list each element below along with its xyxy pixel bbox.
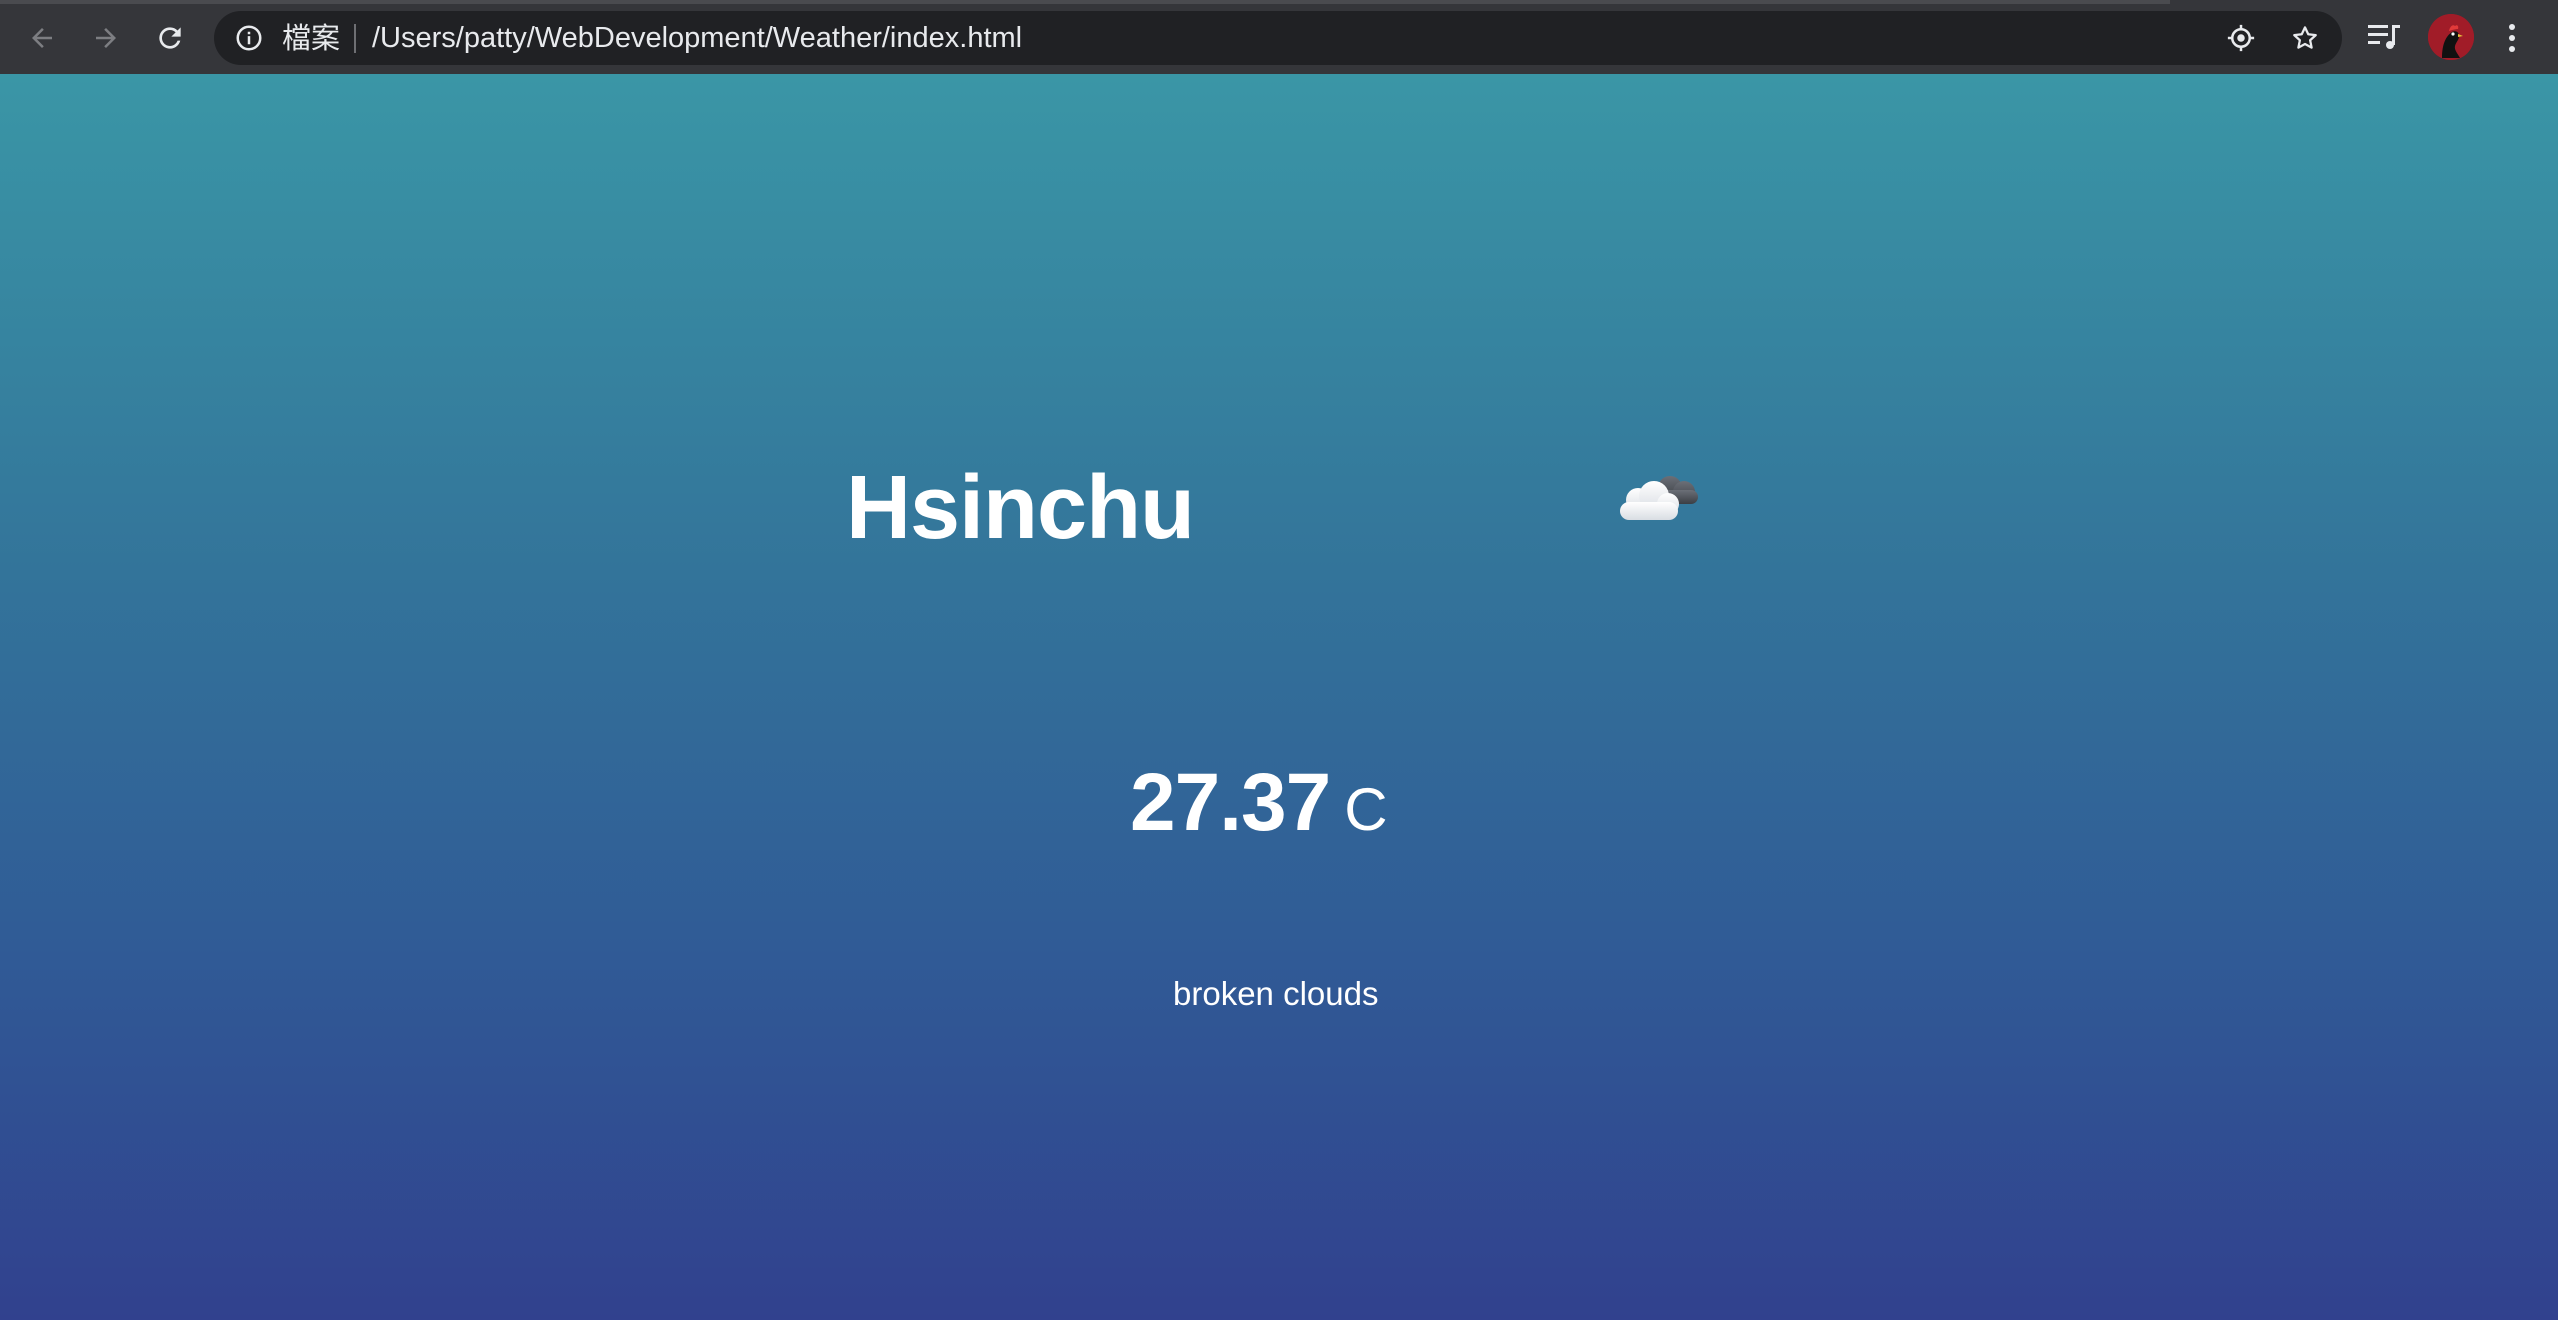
reload-button[interactable] (148, 16, 192, 60)
location-icon[interactable] (2226, 23, 2256, 53)
temperature-value: 27.37 (1130, 757, 1331, 848)
tab-strip-edge (0, 0, 2170, 4)
url-text[interactable]: /Users/patty/WebDevelopment/Weather/inde… (372, 22, 1022, 54)
site-chip-label[interactable]: 檔案 (282, 22, 340, 54)
weather-page: Hsinchu 27.37 C broken clouds (0, 74, 2558, 1320)
address-bar[interactable]: 檔案 /Users/patty/WebDevelopment/Weather/i… (214, 11, 2342, 65)
back-button[interactable] (20, 16, 64, 60)
info-icon[interactable] (234, 23, 264, 53)
media-control-icon[interactable] (2368, 22, 2402, 52)
weather-description: broken clouds (1173, 975, 1379, 1012)
forward-button[interactable] (84, 16, 128, 60)
reload-icon (159, 27, 181, 49)
temperature-unit: C (1344, 776, 1388, 843)
star-icon[interactable] (2290, 23, 2320, 53)
avatar[interactable] (2428, 14, 2474, 60)
forward-arrow-icon (96, 28, 116, 48)
browser-toolbar: 檔案 /Users/patty/WebDevelopment/Weather/i… (0, 0, 2558, 74)
rooster-avatar-icon (2428, 14, 2474, 60)
temperature-row: 27.37 C (1130, 758, 1388, 855)
kebab-menu-icon[interactable] (2500, 20, 2524, 56)
chip-divider (354, 24, 356, 53)
back-arrow-icon (32, 28, 52, 48)
broken-clouds-icon (1620, 476, 1698, 520)
city-name: Hsinchu (846, 458, 1195, 558)
